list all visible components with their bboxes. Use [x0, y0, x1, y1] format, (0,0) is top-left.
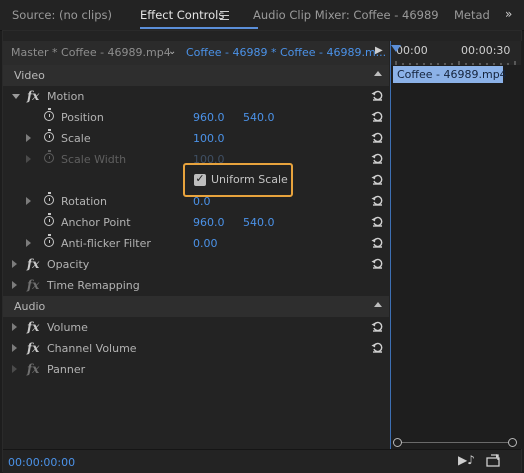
- fx-icon[interactable]: fx: [27, 89, 39, 103]
- property-label: Anchor Point: [61, 216, 131, 229]
- footer-bar: [3, 449, 521, 473]
- play-icon[interactable]: ▶: [375, 45, 383, 56]
- playhead-icon[interactable]: [391, 45, 401, 52]
- reset-icon[interactable]: [371, 89, 383, 101]
- scale-value[interactable]: 100.0: [193, 132, 225, 145]
- video-section-header[interactable]: Video: [3, 65, 389, 86]
- current-timecode[interactable]: 00:00:00:00: [8, 456, 75, 469]
- audio-section-header[interactable]: Audio: [3, 296, 389, 317]
- reset-icon[interactable]: [371, 110, 383, 122]
- export-frame-icon[interactable]: [486, 454, 500, 467]
- audio-section-label: Audio: [14, 300, 46, 313]
- reset-icon[interactable]: [371, 152, 383, 164]
- reset-icon[interactable]: [371, 215, 383, 227]
- stopwatch-icon[interactable]: [44, 129, 54, 142]
- reset-icon[interactable]: [371, 257, 383, 269]
- property-row-rotation: Rotation 0.0: [3, 191, 389, 212]
- chevron-down-icon[interactable]: ⌄: [168, 46, 176, 57]
- scroll-handle-right[interactable]: [508, 438, 517, 447]
- mini-timeline[interactable]: [390, 41, 522, 449]
- stopwatch-icon[interactable]: [44, 192, 54, 205]
- panel-tab-bar: Source: (no clips) Effect Controls Audio…: [0, 0, 524, 31]
- reset-icon[interactable]: [371, 194, 383, 206]
- fx-icon: fx: [27, 362, 40, 376]
- stopwatch-icon[interactable]: [44, 108, 54, 121]
- property-row-position: Position 960.0 540.0: [3, 107, 389, 128]
- expand-chevron-icon[interactable]: [26, 239, 31, 247]
- fx-icon[interactable]: fx: [27, 257, 39, 271]
- master-clip-label[interactable]: Master * Coffee - 46989.mp4: [11, 46, 171, 59]
- expand-chevron-icon: [26, 155, 31, 163]
- antiflicker-value[interactable]: 0.00: [193, 237, 218, 250]
- stopwatch-icon[interactable]: [44, 213, 54, 226]
- property-row-anchor-point: Anchor Point 960.0 540.0: [3, 212, 389, 233]
- sequence-clip-label[interactable]: Coffee - 46989 * Coffee - 46989.m...: [186, 46, 386, 59]
- tab-audio-clip-mixer[interactable]: Audio Clip Mixer: Coffee - 46989: [253, 8, 439, 22]
- stopwatch-icon[interactable]: [44, 234, 54, 247]
- reset-icon[interactable]: [371, 320, 383, 332]
- expand-chevron-icon[interactable]: [12, 260, 17, 268]
- property-label: Anti-flicker Filter: [61, 237, 151, 250]
- rotation-value[interactable]: 0.0: [193, 195, 211, 208]
- overflow-tabs-icon[interactable]: »: [505, 7, 512, 21]
- collapse-up-icon[interactable]: [374, 71, 382, 76]
- expand-chevron-icon[interactable]: [12, 281, 17, 289]
- expand-chevron-icon[interactable]: [12, 94, 20, 99]
- scroll-track: [399, 442, 509, 443]
- fx-icon: fx: [27, 278, 40, 292]
- tab-effect-controls[interactable]: Effect Controls: [140, 8, 224, 22]
- reset-icon[interactable]: [371, 236, 383, 248]
- anchor-x-value[interactable]: 960.0: [193, 216, 225, 229]
- tab-source[interactable]: Source: (no clips): [12, 8, 112, 22]
- effect-row-time-remapping[interactable]: fx Time Remapping: [3, 275, 389, 296]
- check-icon: ✓: [195, 172, 205, 185]
- expand-chevron-icon[interactable]: [12, 323, 17, 331]
- panel-menu-icon[interactable]: [220, 11, 229, 20]
- video-section-label: Video: [14, 69, 45, 82]
- expand-chevron-icon[interactable]: [26, 197, 31, 205]
- fx-icon[interactable]: fx: [27, 341, 39, 355]
- effect-name: Volume: [47, 321, 88, 334]
- property-label: Scale Width: [61, 153, 127, 166]
- effect-row-motion[interactable]: fx Motion: [3, 86, 389, 107]
- effect-name: Panner: [47, 363, 86, 376]
- expand-chevron-icon[interactable]: [12, 344, 17, 352]
- effect-name: Motion: [47, 90, 85, 103]
- anchor-y-value[interactable]: 540.0: [243, 216, 275, 229]
- fx-icon[interactable]: fx: [27, 320, 39, 334]
- scroll-handle-left[interactable]: [393, 438, 402, 447]
- property-label: Rotation: [61, 195, 108, 208]
- effect-name: Channel Volume: [47, 342, 137, 355]
- property-label: Position: [61, 111, 104, 124]
- uniform-scale-label[interactable]: Uniform Scale: [211, 173, 288, 186]
- tab-metadata[interactable]: Metad: [454, 8, 490, 22]
- effect-row-volume[interactable]: fx Volume: [3, 317, 389, 338]
- property-row-anti-flicker: Anti-flicker Filter 0.00: [3, 233, 389, 254]
- timecode-end: 00:00:30: [461, 44, 511, 57]
- property-row-scale: Scale 100.0: [3, 128, 389, 149]
- effect-name: Opacity: [47, 258, 90, 271]
- effect-name: Time Remapping: [47, 279, 140, 292]
- play-only-audio-icon[interactable]: ▶♪: [458, 453, 475, 467]
- position-y-value[interactable]: 540.0: [243, 111, 275, 124]
- stopwatch-icon: [44, 150, 54, 163]
- effect-row-opacity[interactable]: fx Opacity: [3, 254, 389, 275]
- position-x-value[interactable]: 960.0: [193, 111, 225, 124]
- expand-chevron-icon[interactable]: [26, 134, 31, 142]
- active-tab-indicator: [140, 27, 258, 29]
- reset-icon[interactable]: [371, 131, 383, 143]
- ruler-ticks: [395, 61, 516, 65]
- reset-icon[interactable]: [371, 173, 383, 185]
- effect-row-channel-volume[interactable]: fx Channel Volume: [3, 338, 389, 359]
- effect-row-panner[interactable]: fx Panner: [3, 359, 389, 380]
- timeline-zoom-scrollbar[interactable]: [391, 438, 521, 448]
- expand-chevron-icon[interactable]: [12, 365, 17, 373]
- timeline-clip[interactable]: Coffee - 46989.mp4: [393, 66, 507, 83]
- reset-icon[interactable]: [371, 341, 383, 353]
- property-label: Scale: [61, 132, 91, 145]
- collapse-up-icon[interactable]: [374, 302, 382, 307]
